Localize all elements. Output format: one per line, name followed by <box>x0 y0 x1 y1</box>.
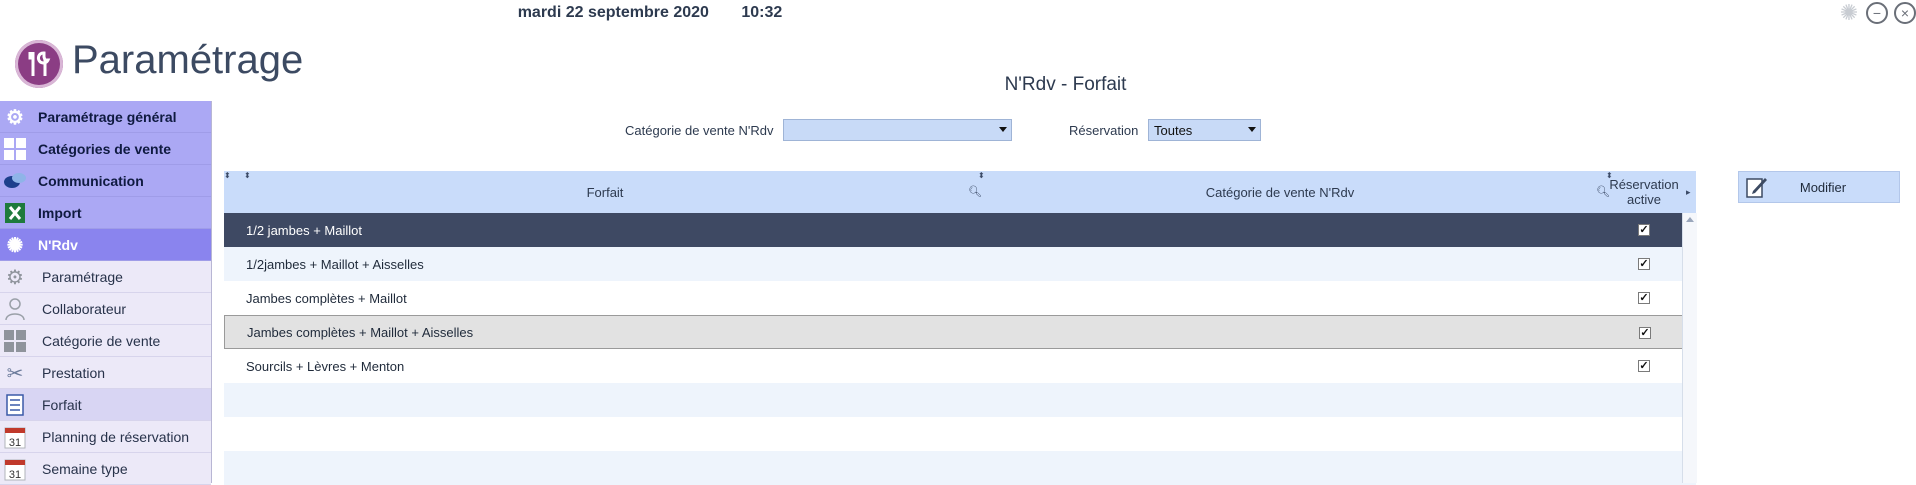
sidebar-subitem-categorie-de-vente[interactable]: Catégorie de vente <box>0 325 211 357</box>
nrdv-icon: ✺ <box>6 234 24 257</box>
cell-forfait: 1/2 jambes + Maillot <box>246 222 362 238</box>
edit-icon <box>1743 173 1771 201</box>
gears-icon: ⚙ <box>6 266 24 289</box>
empty-row <box>224 383 1696 417</box>
minimize-icon[interactable]: − <box>1866 2 1888 24</box>
datetime-bar: mardi 22 septembre 2020 10:32 <box>0 4 1300 22</box>
modify-button[interactable]: Modifier <box>1738 171 1900 203</box>
grid-icon <box>2 136 28 162</box>
page-title: N'Rdv - Forfait <box>1004 74 1127 95</box>
reservation-active-checkbox[interactable]: ✓ <box>1639 327 1651 339</box>
chevron-up-icon[interactable] <box>1686 217 1694 222</box>
close-icon[interactable]: × <box>1894 2 1916 24</box>
sidebar-item-nrdv[interactable]: ✺ N'Rdv <box>0 229 211 261</box>
reservation-active-checkbox[interactable]: ✓ <box>1638 224 1650 236</box>
sidebar-item-import[interactable]: Import <box>0 197 211 229</box>
sidebar: ⚙ Paramétrage général Catégories de vent… <box>0 101 212 485</box>
current-date: mardi 22 septembre 2020 <box>517 4 709 21</box>
empty-row <box>224 451 1696 485</box>
calendar-icon: 31 <box>2 424 28 450</box>
sidebar-subitem-planning-de-reservation[interactable]: 31 Planning de réservation <box>0 421 211 453</box>
grid-body: 1/2 jambes + Maillot ✓ 1/2jambes + Maill… <box>224 213 1696 485</box>
scissors-icon: ✂ <box>6 362 24 385</box>
category-filter-select[interactable] <box>783 119 1012 141</box>
gears-icon: ⚙ <box>6 106 24 129</box>
sidebar-subitem-semaine-type[interactable]: 31 Semaine type <box>0 453 211 485</box>
checklist-icon <box>2 392 28 418</box>
window-controls: ✺ − × <box>1838 2 1916 24</box>
reservation-active-checkbox[interactable]: ✓ <box>1638 292 1650 304</box>
sidebar-subitem-collaborateur[interactable]: Collaborateur <box>0 293 211 325</box>
table-row[interactable]: 1/2jambes + Maillot + Aisselles ✓ <box>224 247 1696 281</box>
table-row[interactable]: Jambes complètes + Maillot ✓ <box>224 281 1696 315</box>
sidebar-item-parametrage-general[interactable]: ⚙ Paramétrage général <box>0 101 211 133</box>
cell-forfait: Sourcils + Lèvres + Menton <box>246 358 405 374</box>
reservation-active-checkbox[interactable]: ✓ <box>1638 258 1650 270</box>
column-header-forfait[interactable]: Forfait <box>224 171 986 213</box>
reservation-filter-select[interactable]: Toutes <box>1148 119 1261 141</box>
excel-icon <box>2 200 28 226</box>
chevron-down-icon <box>1248 127 1256 132</box>
table-row[interactable]: Sourcils + Lèvres + Menton ✓ <box>224 349 1696 383</box>
cell-forfait: Jambes complètes + Maillot + Aisselles <box>247 324 474 340</box>
reservation-filter-value: Toutes <box>1154 122 1193 138</box>
calendar-icon: 31 <box>2 456 28 482</box>
empty-row <box>224 417 1696 451</box>
current-time: 10:32 <box>741 4 783 21</box>
modify-button-label: Modifier <box>1799 179 1847 195</box>
cell-forfait: 1/2jambes + Maillot + Aisselles <box>246 256 424 272</box>
table-row[interactable]: Jambes complètes + Maillot + Aisselles ✓ <box>224 315 1696 349</box>
grid-icon <box>2 328 28 354</box>
cell-forfait: Jambes complètes + Maillot <box>246 290 407 306</box>
sort-icon[interactable]: ⬍ <box>978 171 985 180</box>
user-icon <box>2 296 28 322</box>
grid-scrollbar[interactable] <box>1682 213 1697 483</box>
sidebar-subitem-parametrage[interactable]: ⚙ Paramétrage <box>0 261 211 293</box>
svg-text:31: 31 <box>9 469 21 481</box>
svg-text:31: 31 <box>9 437 21 449</box>
chevron-right-icon[interactable]: ▸ <box>1686 187 1691 198</box>
chat-bubbles-icon <box>2 168 28 194</box>
reservation-active-checkbox[interactable]: ✓ <box>1638 360 1650 372</box>
chevron-down-icon <box>999 127 1007 132</box>
spinner-icon: ✺ <box>1839 0 1859 25</box>
table-row[interactable]: 1/2 jambes + Maillot ✓ <box>224 213 1696 247</box>
search-icon[interactable]: 🔍︎ <box>968 185 982 198</box>
sidebar-subitem-forfait[interactable]: Forfait <box>0 389 211 421</box>
column-header-categorie[interactable]: Catégorie de vente N'Rdv <box>986 171 1574 213</box>
column-header-reservation-active[interactable]: Réservation active <box>1608 171 1680 213</box>
category-filter-label: Catégorie de vente N'Rdv <box>625 123 774 138</box>
sidebar-item-categories-de-vente[interactable]: Catégories de vente <box>0 133 211 165</box>
reservation-filter-label: Réservation <box>1069 123 1139 138</box>
grid-header: ⬍ ⬍ Forfait 🔍︎ ⬍ Catégorie de vente N'Rd… <box>224 171 1696 214</box>
sidebar-subitem-prestation[interactable]: ✂ Prestation <box>0 357 211 389</box>
sidebar-item-label: Planning de réservation <box>42 428 190 445</box>
sidebar-item-communication[interactable]: Communication <box>0 165 211 197</box>
